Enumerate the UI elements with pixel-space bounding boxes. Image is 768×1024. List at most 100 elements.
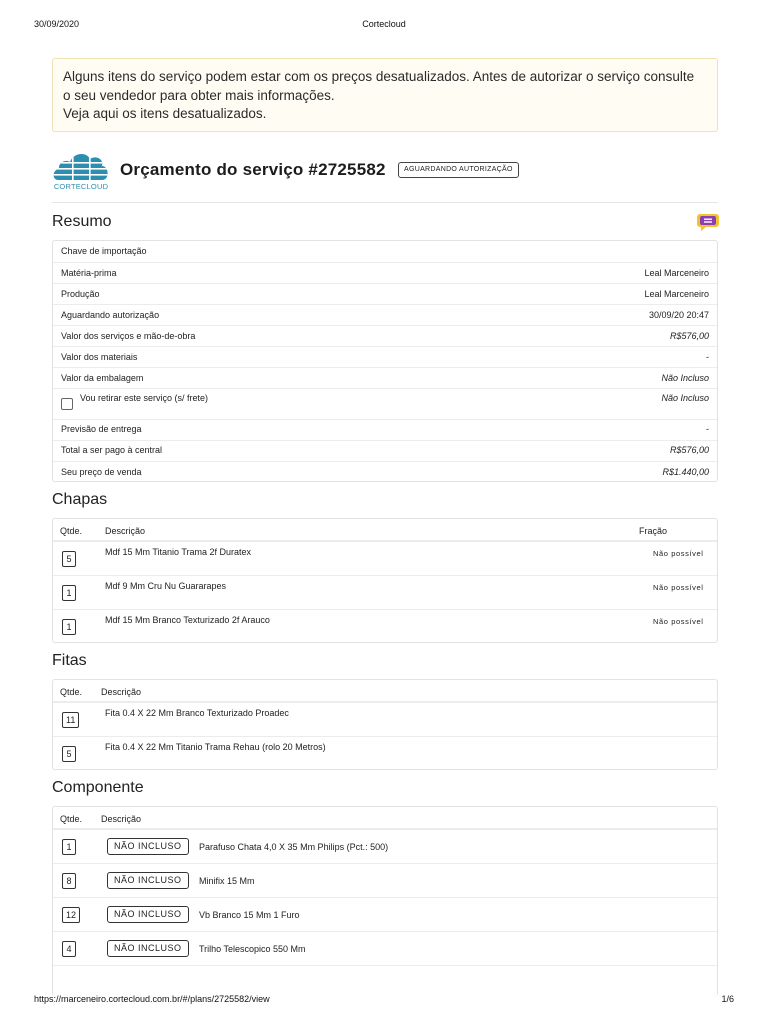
pickup-checkbox[interactable] (61, 398, 73, 410)
summary-row-sale-price: Seu preço de venda R$1.440,00 (53, 461, 717, 482)
summary-row-delivery-forecast: Previsão de entrega - (53, 419, 717, 440)
table-row: 1 Mdf 9 Mm Cru Nu Guararapes Não possíve… (53, 575, 717, 609)
item-description: Mdf 9 Mm Cru Nu Guararapes (105, 581, 227, 591)
outdated-prices-alert: Alguns itens do serviço podem estar com … (52, 58, 718, 132)
column-header-description: Descrição (101, 687, 142, 697)
section-title-chapas: Chapas (52, 491, 108, 508)
summary-label: Seu preço de venda (61, 467, 142, 477)
summary-label: Total a ser pago à central (61, 445, 163, 455)
column-header-qty: Qtde. (60, 526, 83, 536)
print-header: 30/09/2020 Cortecloud (0, 19, 768, 31)
table-row (53, 965, 717, 995)
not-included-badge: NÃO INCLUSO (107, 940, 189, 957)
quantity-box: 8 (62, 873, 76, 889)
quantity-box: 4 (62, 941, 76, 957)
quantity-box: 1 (62, 839, 76, 855)
summary-value: R$576,00 (669, 445, 709, 455)
summary-row-awaiting-authorization: Aguardando autorização 30/09/20 20:47 (53, 304, 717, 325)
summary-row-materials-value: Valor dos materiais - (53, 346, 717, 367)
quantity-box: 12 (62, 907, 81, 923)
summary-value: - (706, 352, 709, 362)
table-row: 5 Mdf 15 Mm Titanio Trama 2f Duratex Não… (53, 541, 717, 575)
quantity-box: 1 (62, 619, 76, 635)
quantity-box: 1 (62, 585, 76, 601)
item-description: Vb Branco 15 Mm 1 Furo (199, 910, 300, 920)
print-title: Cortecloud (362, 19, 406, 29)
item-description: Mdf 15 Mm Branco Texturizado 2f Arauco (105, 615, 270, 625)
item-fraction: Não possível (653, 617, 704, 626)
column-header-description: Descrição (105, 526, 146, 536)
column-header-qty: Qtde. (60, 687, 83, 697)
summary-label: Previsão de entrega (61, 424, 142, 434)
section-title-componente: Componente (52, 779, 144, 796)
table-row: 11 Fita 0.4 X 22 Mm Branco Texturizado P… (53, 702, 717, 736)
summary-table: Chave de importação Matéria-prima Leal M… (52, 240, 718, 482)
not-included-badge: NÃO INCLUSO (107, 838, 189, 855)
summary-value: Não Incluso (661, 373, 709, 383)
summary-value: - (706, 424, 709, 434)
header-divider (52, 202, 718, 203)
quantity-box: 5 (62, 746, 76, 762)
summary-value: Leal Marceneiro (644, 268, 709, 278)
summary-label: Produção (61, 289, 100, 299)
section-title-resumo: Resumo (52, 213, 112, 230)
item-description: Trilho Telescopico 550 Mm (199, 944, 306, 954)
summary-label: Aguardando autorização (61, 310, 160, 320)
logo-text: CORTECLOUD (53, 182, 109, 191)
status-badge: AGUARDANDO AUTORIZAÇÃO (398, 162, 519, 178)
summary-row-pickup: Vou retirar este serviço (s/ frete) Não … (53, 388, 717, 419)
chat-icon[interactable] (697, 212, 719, 232)
item-description: Mdf 15 Mm Titanio Trama 2f Duratex (105, 547, 252, 557)
summary-row-packaging-value: Valor da embalagem Não Incluso (53, 367, 717, 388)
alert-line-2: o seu vendedor para obter mais informaçõ… (63, 87, 335, 103)
quantity-box: 5 (62, 551, 76, 567)
cloud-logo-icon (53, 153, 108, 180)
summary-value: Não Incluso (661, 393, 709, 403)
summary-label: Valor dos serviços e mão-de-obra (61, 331, 196, 341)
table-header: Qtde. Descrição (53, 680, 717, 702)
table-row: 5 Fita 0.4 X 22 Mm Titanio Trama Rehau (… (53, 736, 717, 770)
column-header-description: Descrição (101, 814, 142, 824)
summary-label: Chave de importação (61, 246, 147, 256)
column-header-qty: Qtde. (60, 814, 83, 824)
chapas-table: Qtde. Descrição Fração 5 Mdf 15 Mm Titan… (52, 518, 718, 643)
summary-row-raw-material: Matéria-prima Leal Marceneiro (53, 262, 717, 283)
item-fraction: Não possível (653, 549, 704, 558)
page-number: 1/6 (721, 994, 734, 1004)
alert-link[interactable]: Veja aqui os itens desatualizados. (63, 105, 707, 124)
summary-row-services-value: Valor dos serviços e mão-de-obra R$576,0… (53, 325, 717, 346)
summary-row-total-central: Total a ser pago à central R$576,00 (53, 440, 717, 461)
quantity-box: 11 (62, 712, 80, 728)
summary-label: Matéria-prima (61, 268, 117, 278)
summary-value: Leal Marceneiro (644, 289, 709, 299)
item-description: Fita 0.4 X 22 Mm Branco Texturizado Proa… (105, 708, 289, 718)
table-row: 4 NÃO INCLUSO Trilho Telescopico 550 Mm (53, 931, 717, 965)
table-row: 1 Mdf 15 Mm Branco Texturizado 2f Arauco… (53, 609, 717, 643)
page-title: Orçamento do serviço #2725582 (120, 160, 386, 179)
not-included-badge: NÃO INCLUSO (107, 872, 189, 889)
summary-value: 30/09/20 20:47 (648, 310, 709, 320)
table-header: Qtde. Descrição Fração (53, 519, 717, 541)
item-description: Parafuso Chata 4,0 X 35 Mm Philips (Pct.… (199, 842, 389, 852)
fitas-table: Qtde. Descrição 11 Fita 0.4 X 22 Mm Bran… (52, 679, 718, 770)
print-url: https://marceneiro.cortecloud.com.br/#/p… (34, 994, 270, 1004)
componente-table: Qtde. Descrição 1 NÃO INCLUSO Parafuso C… (52, 806, 718, 996)
summary-value: R$1.440,00 (662, 467, 709, 477)
item-fraction: Não possível (653, 583, 704, 592)
summary-label: Vou retirar este serviço (s/ frete) (80, 393, 209, 403)
table-row: 1 NÃO INCLUSO Parafuso Chata 4,0 X 35 Mm… (53, 829, 717, 863)
summary-value: R$576,00 (669, 331, 709, 341)
table-row: 8 NÃO INCLUSO Minifix 15 Mm (53, 863, 717, 897)
alert-line-1: Alguns itens do serviço podem estar com … (63, 69, 695, 84)
summary-label: Valor da embalagem (61, 373, 144, 383)
summary-label: Valor dos materiais (61, 352, 138, 362)
summary-row-import-key: Chave de importação (53, 241, 717, 262)
summary-row-production: Produção Leal Marceneiro (53, 283, 717, 304)
table-header: Qtde. Descrição (53, 807, 717, 829)
section-title-fitas: Fitas (52, 652, 87, 669)
not-included-badge: NÃO INCLUSO (107, 906, 189, 923)
item-description: Fita 0.4 X 22 Mm Titanio Trama Rehau (ro… (105, 742, 326, 752)
item-description: Minifix 15 Mm (199, 876, 255, 886)
cortecloud-logo: CORTECLOUD (52, 148, 110, 194)
table-row: 12 NÃO INCLUSO Vb Branco 15 Mm 1 Furo (53, 897, 717, 931)
